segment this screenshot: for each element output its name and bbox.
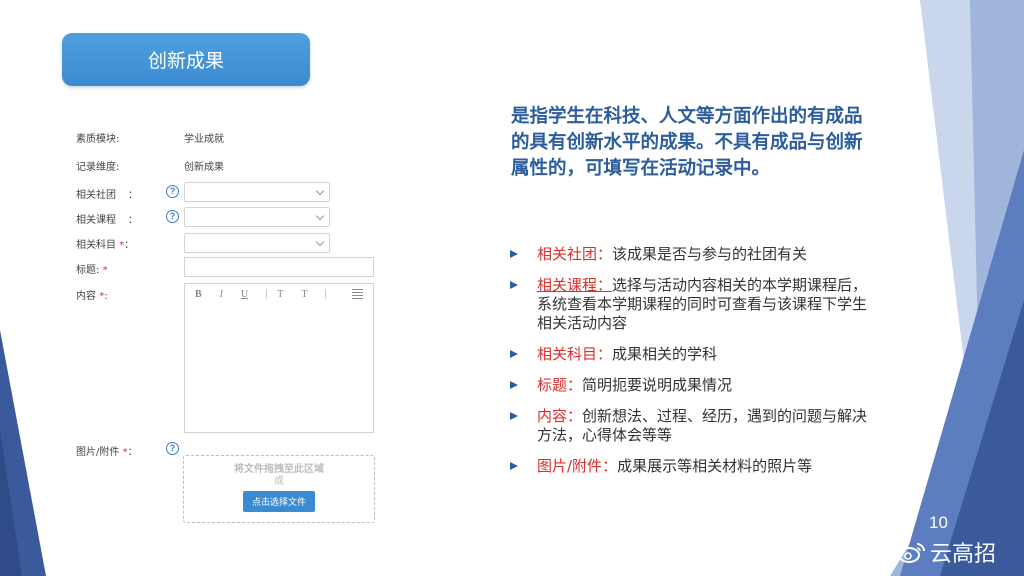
course-label: 相关课程： bbox=[76, 215, 138, 226]
club-label: 相关社团： bbox=[76, 190, 138, 201]
triangle-right-icon bbox=[510, 281, 518, 289]
list-item: 标题：简明扼要说明成果情况 bbox=[510, 376, 870, 395]
list-item: 图片/附件：成果展示等相关材料的照片等 bbox=[510, 457, 870, 476]
list-item: 相关科目：成果相关的学科 bbox=[510, 345, 870, 364]
toolbar-divider bbox=[325, 289, 327, 299]
editor-toolbar: B I U T T bbox=[185, 284, 373, 304]
toolbar-divider bbox=[266, 289, 268, 299]
triangle-right-icon bbox=[510, 250, 518, 258]
font-style-button[interactable]: T bbox=[301, 289, 307, 300]
weibo-icon bbox=[898, 541, 926, 563]
watermark-text: 云高招 bbox=[930, 542, 997, 567]
achievement-form: 素质模块: 学业成就 记录维度: 创新成果 相关社团： ? 相关课程： ? 相关… bbox=[0, 0, 400, 576]
chevron-down-icon bbox=[315, 237, 325, 247]
underline-button[interactable]: U bbox=[241, 289, 248, 300]
triangle-right-icon bbox=[510, 412, 518, 420]
bold-button[interactable]: B bbox=[195, 289, 202, 300]
dimension-value: 创新成果 bbox=[184, 162, 224, 173]
help-circle-icon[interactable]: ? bbox=[166, 210, 179, 223]
module-label: 素质模块: bbox=[76, 134, 120, 145]
help-circle-icon[interactable]: ? bbox=[166, 442, 179, 455]
choose-file-button[interactable]: 点击选择文件 bbox=[242, 491, 315, 512]
italic-button[interactable]: I bbox=[220, 289, 223, 300]
subject-label: 相关科目 *： bbox=[76, 240, 135, 251]
watermark: 云高招 bbox=[898, 536, 996, 568]
triangle-right-icon bbox=[510, 462, 518, 470]
help-circle-icon[interactable]: ? bbox=[166, 185, 179, 198]
chevron-down-icon bbox=[315, 211, 325, 221]
chevron-down-icon bbox=[315, 186, 325, 196]
dropzone-hint: 将文件拖拽至此区域 bbox=[234, 464, 324, 475]
file-upload-dropzone[interactable]: 将文件拖拽至此区域 或 点击选择文件 bbox=[183, 455, 375, 523]
align-menu-icon[interactable] bbox=[352, 287, 363, 301]
field-explanations: 相关社团：该成果是否与参与的社团有关 相关课程：选择与活动内容相关的本学期课程后… bbox=[510, 245, 870, 476]
list-item: 相关社团：该成果是否与参与的社团有关 bbox=[510, 245, 870, 264]
module-value: 学业成就 bbox=[184, 134, 224, 145]
dimension-label: 记录维度: bbox=[76, 162, 120, 173]
course-select[interactable] bbox=[184, 207, 330, 227]
description-text: 是指学生在科技、人文等方面作出的有成品的具有创新水平的成果。不具有成品与创新属性… bbox=[511, 106, 863, 179]
right-decoration bbox=[880, 0, 1024, 576]
font-size-button[interactable]: T bbox=[277, 289, 283, 300]
title-input[interactable] bbox=[184, 257, 374, 277]
title-field-label: 标题: * bbox=[76, 265, 108, 276]
club-select[interactable] bbox=[184, 182, 330, 202]
content-label: 内容 *: bbox=[76, 291, 108, 302]
triangle-right-icon bbox=[510, 350, 518, 358]
triangle-right-icon bbox=[510, 381, 518, 389]
page-number: 10 bbox=[929, 513, 948, 532]
subject-select[interactable] bbox=[184, 233, 330, 253]
attachment-label: 图片/附件 *： bbox=[76, 447, 138, 458]
content-editor[interactable]: B I U T T bbox=[184, 283, 374, 433]
list-item: 内容：创新想法、过程、经历，遇到的问题与解决方法，心得体会等等 bbox=[510, 407, 870, 445]
list-item: 相关课程：选择与活动内容相关的本学期课程后，系统查看本学期课程的同时可查看与该课… bbox=[510, 276, 870, 333]
dropzone-or: 或 bbox=[274, 476, 284, 487]
